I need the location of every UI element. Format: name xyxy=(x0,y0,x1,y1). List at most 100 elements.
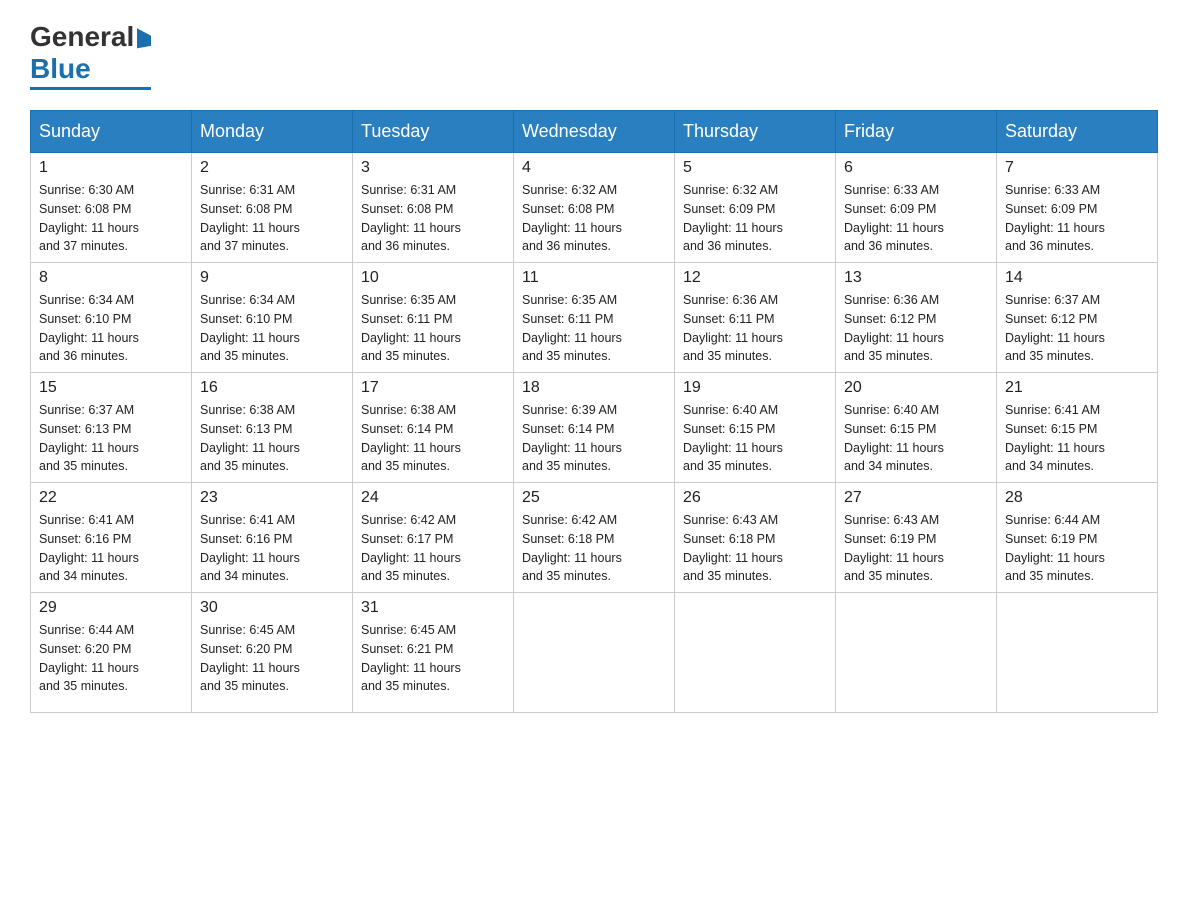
weekday-header-saturday: Saturday xyxy=(997,111,1158,153)
calendar-cell: 19 Sunrise: 6:40 AM Sunset: 6:15 PM Dayli… xyxy=(675,373,836,483)
day-info: Sunrise: 6:35 AM Sunset: 6:11 PM Dayligh… xyxy=(361,291,505,366)
day-info: Sunrise: 6:33 AM Sunset: 6:09 PM Dayligh… xyxy=(1005,181,1149,256)
weekday-header-friday: Friday xyxy=(836,111,997,153)
day-info: Sunrise: 6:40 AM Sunset: 6:15 PM Dayligh… xyxy=(844,401,988,476)
day-info: Sunrise: 6:34 AM Sunset: 6:10 PM Dayligh… xyxy=(200,291,344,366)
day-number: 2 xyxy=(200,159,344,177)
day-number: 15 xyxy=(39,379,183,397)
day-info: Sunrise: 6:33 AM Sunset: 6:09 PM Dayligh… xyxy=(844,181,988,256)
logo-general: General xyxy=(30,20,134,54)
day-number: 5 xyxy=(683,159,827,177)
day-info: Sunrise: 6:41 AM Sunset: 6:16 PM Dayligh… xyxy=(39,511,183,586)
calendar-cell: 29 Sunrise: 6:44 AM Sunset: 6:20 PM Dayli… xyxy=(31,593,192,713)
day-info: Sunrise: 6:34 AM Sunset: 6:10 PM Dayligh… xyxy=(39,291,183,366)
day-number: 17 xyxy=(361,379,505,397)
day-info: Sunrise: 6:36 AM Sunset: 6:12 PM Dayligh… xyxy=(844,291,988,366)
day-number: 7 xyxy=(1005,159,1149,177)
calendar-cell: 31Sunrise: 6:45 AM Sunset: 6:21 PM Dayli… xyxy=(353,593,514,713)
day-number: 13 xyxy=(844,269,988,287)
logo-underline xyxy=(30,87,151,90)
calendar-cell: 9Sunrise: 6:34 AM Sunset: 6:10 PM Daylig… xyxy=(192,263,353,373)
day-info: Sunrise: 6:38 AM Sunset: 6:14 PM Dayligh… xyxy=(361,401,505,476)
day-info: Sunrise: 6:40 AM Sunset: 6:15 PM Dayligh… xyxy=(683,401,827,476)
day-number: 25 xyxy=(522,489,666,507)
calendar-cell: 13 Sunrise: 6:36 AM Sunset: 6:12 PM Dayli… xyxy=(836,263,997,373)
calendar-cell: 25 Sunrise: 6:42 AM Sunset: 6:18 PM Dayli… xyxy=(514,483,675,593)
calendar-cell: 26Sunrise: 6:43 AM Sunset: 6:18 PM Dayli… xyxy=(675,483,836,593)
day-number: 1 xyxy=(39,159,183,177)
calendar-cell: 18 Sunrise: 6:39 AM Sunset: 6:14 PM Dayli… xyxy=(514,373,675,483)
day-info: Sunrise: 6:38 AM Sunset: 6:13 PM Dayligh… xyxy=(200,401,344,476)
day-info: Sunrise: 6:43 AM Sunset: 6:19 PM Dayligh… xyxy=(844,511,988,586)
day-info: Sunrise: 6:39 AM Sunset: 6:14 PM Dayligh… xyxy=(522,401,666,476)
day-number: 4 xyxy=(522,159,666,177)
calendar-cell: 20 Sunrise: 6:40 AM Sunset: 6:15 PM Dayli… xyxy=(836,373,997,483)
day-number: 28 xyxy=(1005,489,1149,507)
calendar-cell: 27 Sunrise: 6:43 AM Sunset: 6:19 PM Dayli… xyxy=(836,483,997,593)
day-info: Sunrise: 6:42 AM Sunset: 6:17 PM Dayligh… xyxy=(361,511,505,586)
day-info: Sunrise: 6:32 AM Sunset: 6:09 PM Dayligh… xyxy=(683,181,827,256)
day-info: Sunrise: 6:41 AM Sunset: 6:16 PM Dayligh… xyxy=(200,511,344,586)
day-number: 19 xyxy=(683,379,827,397)
day-number: 16 xyxy=(200,379,344,397)
day-number: 12 xyxy=(683,269,827,287)
calendar-cell xyxy=(514,593,675,713)
calendar-cell: 10Sunrise: 6:35 AM Sunset: 6:11 PM Dayli… xyxy=(353,263,514,373)
calendar-cell: 12 Sunrise: 6:36 AM Sunset: 6:11 PM Dayli… xyxy=(675,263,836,373)
weekday-header-thursday: Thursday xyxy=(675,111,836,153)
day-info: Sunrise: 6:32 AM Sunset: 6:08 PM Dayligh… xyxy=(522,181,666,256)
calendar-cell xyxy=(675,593,836,713)
calendar-cell: 22Sunrise: 6:41 AM Sunset: 6:16 PM Dayli… xyxy=(31,483,192,593)
weekday-header-wednesday: Wednesday xyxy=(514,111,675,153)
calendar-cell: 8 Sunrise: 6:34 AM Sunset: 6:10 PM Daylig… xyxy=(31,263,192,373)
day-info: Sunrise: 6:35 AM Sunset: 6:11 PM Dayligh… xyxy=(522,291,666,366)
logo: General Blue xyxy=(30,20,151,90)
day-number: 20 xyxy=(844,379,988,397)
weekday-header-tuesday: Tuesday xyxy=(353,111,514,153)
day-number: 29 xyxy=(39,599,183,617)
day-number: 27 xyxy=(844,489,988,507)
calendar-cell: 30 Sunrise: 6:45 AM Sunset: 6:20 PM Dayli… xyxy=(192,593,353,713)
weekday-header-sunday: Sunday xyxy=(31,111,192,153)
day-number: 3 xyxy=(361,159,505,177)
day-info: Sunrise: 6:42 AM Sunset: 6:18 PM Dayligh… xyxy=(522,511,666,586)
day-info: Sunrise: 6:41 AM Sunset: 6:15 PM Dayligh… xyxy=(1005,401,1149,476)
day-info: Sunrise: 6:44 AM Sunset: 6:19 PM Dayligh… xyxy=(1005,511,1149,586)
day-info: Sunrise: 6:37 AM Sunset: 6:13 PM Dayligh… xyxy=(39,401,183,476)
day-info: Sunrise: 6:30 AM Sunset: 6:08 PM Dayligh… xyxy=(39,181,183,256)
calendar-cell: 21 Sunrise: 6:41 AM Sunset: 6:15 PM Dayli… xyxy=(997,373,1158,483)
calendar-cell: 6Sunrise: 6:33 AM Sunset: 6:09 PM Daylig… xyxy=(836,153,997,263)
calendar-table: SundayMondayTuesdayWednesdayThursdayFrid… xyxy=(30,110,1158,713)
day-info: Sunrise: 6:45 AM Sunset: 6:20 PM Dayligh… xyxy=(200,621,344,696)
day-number: 23 xyxy=(200,489,344,507)
calendar-cell: 11 Sunrise: 6:35 AM Sunset: 6:11 PM Dayli… xyxy=(514,263,675,373)
day-number: 24 xyxy=(361,489,505,507)
day-number: 8 xyxy=(39,269,183,287)
calendar-cell: 17 Sunrise: 6:38 AM Sunset: 6:14 PM Dayli… xyxy=(353,373,514,483)
page-header: General Blue xyxy=(30,20,1158,90)
day-number: 21 xyxy=(1005,379,1149,397)
day-number: 14 xyxy=(1005,269,1149,287)
calendar-cell xyxy=(836,593,997,713)
calendar-cell: 15 Sunrise: 6:37 AM Sunset: 6:13 PM Dayli… xyxy=(31,373,192,483)
calendar-cell xyxy=(997,593,1158,713)
calendar-cell: 1 Sunrise: 6:30 AM Sunset: 6:08 PM Daylig… xyxy=(31,153,192,263)
day-number: 31 xyxy=(361,599,505,617)
day-info: Sunrise: 6:44 AM Sunset: 6:20 PM Dayligh… xyxy=(39,621,183,696)
calendar-cell: 28 Sunrise: 6:44 AM Sunset: 6:19 PM Dayli… xyxy=(997,483,1158,593)
logo-blue: Blue xyxy=(30,52,91,86)
day-number: 18 xyxy=(522,379,666,397)
day-info: Sunrise: 6:36 AM Sunset: 6:11 PM Dayligh… xyxy=(683,291,827,366)
day-info: Sunrise: 6:37 AM Sunset: 6:12 PM Dayligh… xyxy=(1005,291,1149,366)
day-info: Sunrise: 6:43 AM Sunset: 6:18 PM Dayligh… xyxy=(683,511,827,586)
calendar-cell: 16 Sunrise: 6:38 AM Sunset: 6:13 PM Dayli… xyxy=(192,373,353,483)
day-number: 30 xyxy=(200,599,344,617)
calendar-cell: 23 Sunrise: 6:41 AM Sunset: 6:16 PM Dayli… xyxy=(192,483,353,593)
calendar-cell: 7 Sunrise: 6:33 AM Sunset: 6:09 PM Daylig… xyxy=(997,153,1158,263)
calendar-cell: 3Sunrise: 6:31 AM Sunset: 6:08 PM Daylig… xyxy=(353,153,514,263)
day-number: 11 xyxy=(522,269,666,287)
calendar-cell: 5 Sunrise: 6:32 AM Sunset: 6:09 PM Daylig… xyxy=(675,153,836,263)
weekday-header-monday: Monday xyxy=(192,111,353,153)
calendar-cell: 2Sunrise: 6:31 AM Sunset: 6:08 PM Daylig… xyxy=(192,153,353,263)
logo-arrow-icon xyxy=(137,26,151,48)
